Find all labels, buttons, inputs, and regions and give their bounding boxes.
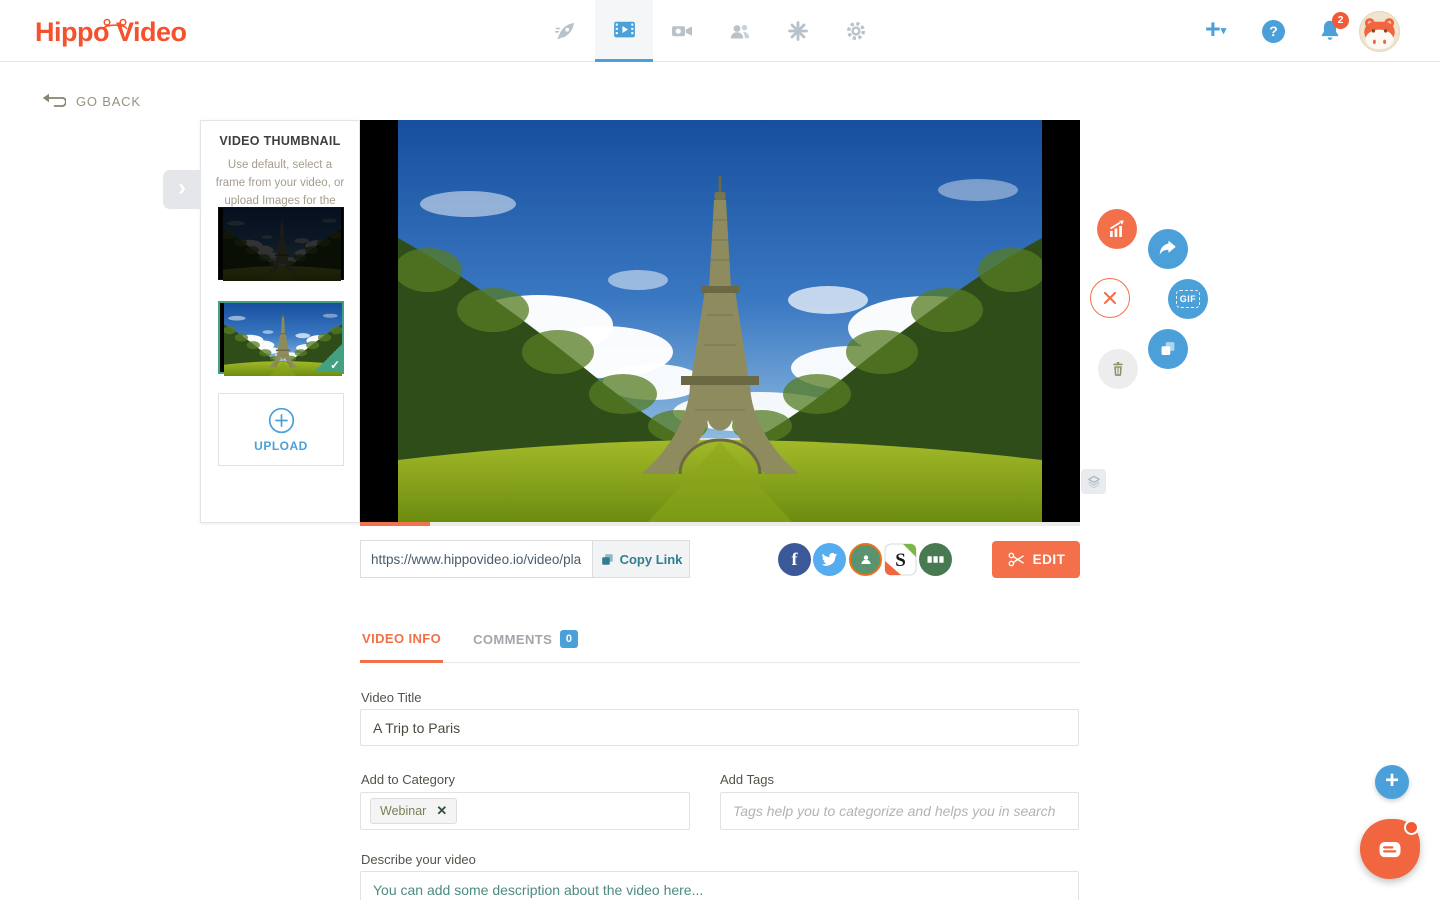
caret-down-icon: ▾ (1221, 25, 1227, 37)
hippo-video-app: Hippo Video (0, 0, 1440, 900)
upload-plus-icon (268, 407, 295, 434)
hippo-avatar-icon (1360, 12, 1399, 51)
video-title-input[interactable] (360, 709, 1079, 746)
back-arrow-icon (40, 92, 66, 111)
delete-close-button[interactable] (1090, 278, 1130, 318)
create-gif-button[interactable]: GIF (1168, 279, 1208, 319)
video-player[interactable] (360, 120, 1080, 522)
user-avatar[interactable] (1359, 11, 1400, 52)
video-progress-bar[interactable] (360, 522, 1080, 526)
category-label: Add to Category (361, 772, 455, 787)
upload-thumbnail-button[interactable]: UPLOAD (218, 393, 344, 466)
facebook-icon: f (792, 549, 798, 570)
stats-button[interactable] (1097, 209, 1137, 249)
video-thumbnail-panel: › VIDEO THUMBNAIL Use default, select a … (200, 120, 360, 523)
thumbnail-panel-title: VIDEO THUMBNAIL (201, 134, 359, 148)
chat-notification-dot (1404, 820, 1419, 835)
share-arrow-icon (1157, 238, 1179, 260)
nav-tab-launch[interactable] (537, 0, 595, 62)
video-title-label: Video Title (361, 690, 421, 705)
create-new-menu[interactable]: +▾ (1205, 14, 1226, 45)
selected-check-corner: ✓ (314, 344, 342, 372)
close-x-icon (1101, 289, 1119, 307)
tags-input[interactable] (720, 792, 1079, 830)
plus-icon: + (1205, 14, 1221, 44)
gif-icon: GIF (1176, 290, 1201, 308)
duplicate-button[interactable] (1148, 329, 1188, 369)
description-label: Describe your video (361, 852, 476, 867)
trash-icon (1108, 359, 1128, 379)
notification-count-badge: 2 (1332, 12, 1349, 29)
hippo-doodle-icon (97, 16, 133, 32)
copy-link-button[interactable]: Copy Link (593, 540, 690, 578)
share-s-app-button[interactable]: S (884, 543, 917, 576)
edit-video-button[interactable]: EDIT (992, 541, 1080, 578)
category-chip-webinar: Webinar ✕ (370, 798, 457, 824)
settings-gear-icon (844, 19, 868, 43)
video-url-input[interactable] (360, 540, 593, 578)
copy-link-label: Copy Link (620, 552, 683, 567)
google-classroom-icon (858, 552, 874, 568)
trash-button[interactable] (1098, 349, 1138, 389)
users-icon (728, 19, 752, 43)
nav-tab-contacts[interactable] (711, 0, 769, 62)
thumbnail-option-selected[interactable]: ✓ (218, 301, 344, 374)
plus-icon: + (1385, 767, 1399, 794)
video-frame-eiffel-tower (398, 120, 1042, 522)
tags-label: Add Tags (720, 772, 774, 787)
share-button[interactable] (1148, 229, 1188, 269)
share-dots-app-button[interactable] (919, 543, 952, 576)
nav-tab-settings[interactable] (827, 0, 885, 62)
rocket-icon (554, 19, 578, 43)
remove-chip-icon[interactable]: ✕ (436, 803, 447, 819)
thumbnail-dark-image (223, 208, 341, 281)
stats-chart-icon (1106, 218, 1128, 240)
help-icon: ? (1269, 23, 1278, 39)
layers-icon (1085, 473, 1103, 491)
go-back-button[interactable]: GO BACK (40, 92, 141, 111)
description-textarea[interactable]: You can add some description about the v… (360, 871, 1079, 900)
three-bars-icon (925, 549, 946, 570)
chevron-right-icon: › (178, 174, 186, 201)
category-input[interactable]: Webinar ✕ (360, 792, 690, 830)
comments-count-badge: 0 (560, 630, 578, 648)
hippo-video-logo[interactable]: Hippo Video (35, 17, 187, 48)
share-twitter-button[interactable] (813, 543, 846, 576)
s-app-icon: S (884, 543, 917, 576)
share-facebook-button[interactable]: f (778, 543, 811, 576)
record-camera-icon (670, 19, 694, 43)
chip-label: Webinar (380, 804, 426, 818)
nav-tab-record[interactable] (653, 0, 711, 62)
video-library-icon (612, 17, 637, 42)
svg-text:S: S (895, 550, 906, 571)
copy-icon (600, 552, 615, 567)
scissors-icon (1007, 550, 1026, 569)
upload-label: UPLOAD (254, 439, 308, 453)
tab-comments[interactable]: COMMENTS 0 (471, 622, 580, 662)
main-nav (537, 0, 885, 62)
top-navbar: Hippo Video (0, 0, 1440, 62)
thumbnail-option-dark[interactable] (218, 207, 344, 280)
nav-tab-video-library[interactable] (595, 0, 653, 62)
go-back-label: GO BACK (76, 94, 141, 109)
comments-tab-label: COMMENTS (473, 632, 552, 647)
floating-add-button[interactable]: + (1375, 765, 1409, 799)
layers-button[interactable] (1081, 469, 1106, 494)
integrations-icon (786, 19, 810, 43)
detail-tabs: VIDEO INFO COMMENTS 0 (360, 622, 1080, 663)
duplicate-icon (1157, 338, 1179, 360)
chat-bubble-icon (1376, 835, 1404, 863)
help-button[interactable]: ? (1262, 20, 1285, 43)
video-progress-fill (360, 522, 430, 526)
nav-tab-integrations[interactable] (769, 0, 827, 62)
share-google-classroom-button[interactable] (849, 543, 882, 576)
twitter-bird-icon (820, 550, 839, 569)
edit-label: EDIT (1033, 552, 1066, 567)
tab-video-info[interactable]: VIDEO INFO (360, 622, 443, 663)
video-info-tab-label: VIDEO INFO (362, 631, 441, 646)
check-icon: ✓ (330, 358, 340, 372)
panel-collapse-handle[interactable]: › (163, 170, 201, 209)
